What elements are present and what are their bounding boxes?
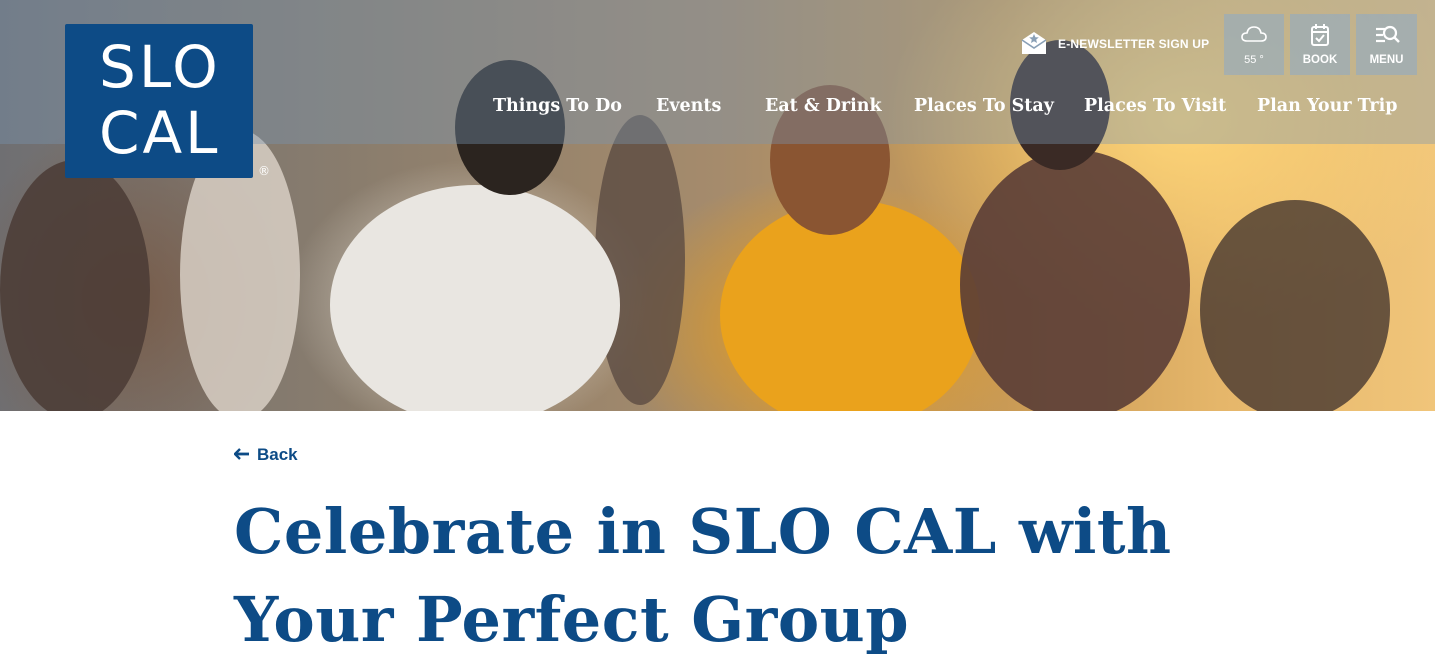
hero-figure — [960, 150, 1190, 411]
page-title-line-2: Your Perfect Group — [234, 583, 910, 656]
hero-figure — [1200, 200, 1390, 411]
newsletter-signup-link[interactable]: E-NEWSLETTER SIGN UP — [1020, 30, 1209, 58]
page-title: Celebrate in SLO CAL with Your Perfect G… — [234, 488, 1194, 664]
logo-line-2: CAL — [99, 99, 221, 167]
menu-button[interactable]: MENU — [1356, 14, 1417, 75]
back-link[interactable]: Back — [233, 443, 298, 467]
newsletter-label: E-NEWSLETTER SIGN UP — [1058, 37, 1210, 51]
weather-temperature: 55 ° — [1244, 54, 1264, 66]
hero-figure — [0, 160, 150, 411]
book-button[interactable]: BOOK — [1290, 14, 1350, 75]
registered-mark: ® — [258, 164, 270, 178]
weather-widget[interactable]: 55 ° — [1224, 14, 1284, 75]
site-logo[interactable]: SLO CAL — [65, 24, 253, 178]
nav-places-to-visit[interactable]: Places To Visit — [1084, 96, 1226, 116]
logo-line-1: SLO — [99, 33, 221, 101]
menu-label: MENU — [1369, 54, 1404, 66]
hero-figure — [330, 185, 620, 411]
book-label: BOOK — [1302, 54, 1338, 66]
nav-events[interactable]: Events — [656, 96, 721, 116]
hero-figure — [720, 200, 980, 411]
nav-places-to-stay[interactable]: Places To Stay — [914, 96, 1054, 116]
page-title-line-1: Celebrate in SLO CAL with — [234, 495, 1172, 568]
nav-eat-drink[interactable]: Eat & Drink — [765, 96, 882, 116]
search-menu-icon — [1373, 23, 1401, 50]
calendar-check-icon — [1306, 23, 1334, 50]
nav-things-to-do[interactable]: Things To Do — [493, 96, 622, 116]
cloud-icon — [1240, 23, 1268, 50]
envelope-star-icon — [1020, 30, 1048, 59]
nav-plan-your-trip[interactable]: Plan Your Trip — [1257, 96, 1398, 116]
main-navigation: Things To Do Events Eat & Drink Places T… — [493, 96, 1398, 122]
back-label: Back — [257, 445, 298, 464]
arrow-left-icon — [233, 445, 249, 465]
